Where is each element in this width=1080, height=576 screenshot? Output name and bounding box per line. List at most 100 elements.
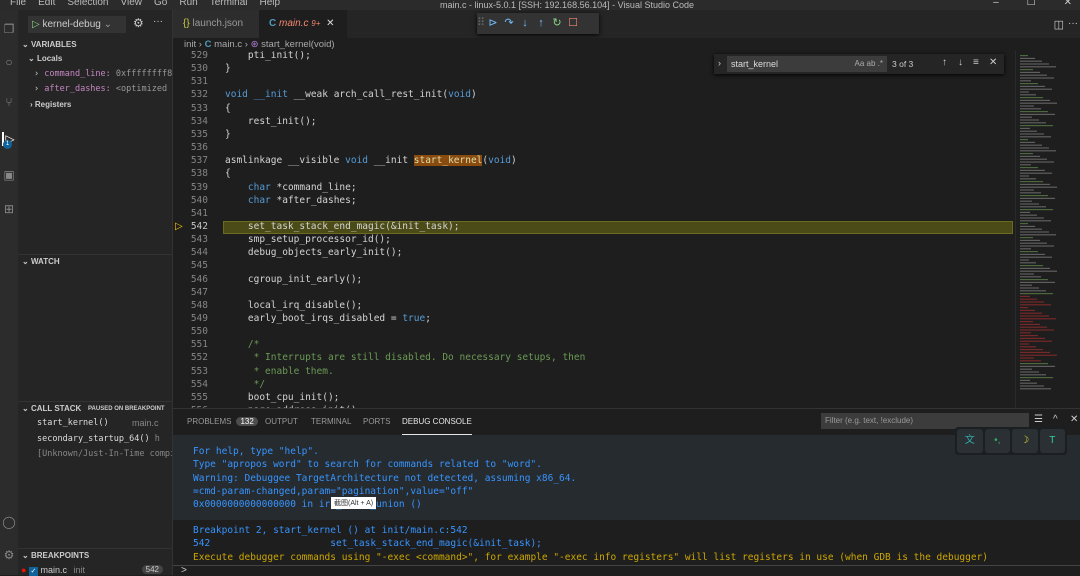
find-in-selection-icon[interactable]: ≡ <box>973 57 979 68</box>
minimap-line <box>1020 211 1030 213</box>
step-into-icon[interactable]: ↓ <box>517 13 533 34</box>
minimap-line <box>1020 290 1046 292</box>
toggle-replace-icon[interactable]: › <box>718 58 721 68</box>
stack-frame[interactable]: secondary_startup_64() h <box>37 434 172 444</box>
minimap-line <box>1020 144 1042 146</box>
menu-terminal[interactable]: Terminal <box>210 0 248 8</box>
split-editor-icon[interactable]: ◫ <box>1054 18 1064 31</box>
menu-help[interactable]: Help <box>260 0 281 8</box>
breadcrumb-folder[interactable]: init <box>184 39 196 50</box>
code-editor[interactable]: 529 pti_init(); 530} 531 532 void __init __w… <box>173 51 1015 408</box>
registers-scope[interactable]: › Registers <box>30 100 71 109</box>
floating-tool-button[interactable]: ☽ <box>1012 429 1038 453</box>
match-case-icon[interactable]: Aa <box>854 59 864 68</box>
code-line: boot_cpu_init(); <box>225 392 340 403</box>
minimap[interactable] <box>1015 51 1080 408</box>
menu-go[interactable]: Go <box>154 0 167 8</box>
code-token: ) <box>471 89 477 101</box>
tab-main-c[interactable]: C main.c 9+ ✕ <box>259 10 347 38</box>
find-match-count: 3 of 3 <box>892 59 914 69</box>
console-input[interactable]: > <box>173 565 1080 576</box>
breadcrumb-file[interactable]: main.c <box>214 39 242 50</box>
step-out-icon[interactable]: ↑ <box>533 13 549 34</box>
code-line: rest_init(); <box>225 116 317 127</box>
close-tab-icon[interactable]: ✕ <box>326 18 334 29</box>
breadcrumb-symbol[interactable]: start_kernel(void) <box>261 39 334 50</box>
word-wrap-icon[interactable]: ☰ <box>1034 414 1043 425</box>
minimap-line <box>1020 351 1050 353</box>
gear-icon[interactable]: ⚙ <box>133 16 144 30</box>
panel-tab-debug-console[interactable]: DEBUG CONSOLE <box>402 409 472 435</box>
menu-run[interactable]: Run <box>179 0 197 8</box>
line-number: 544 <box>190 247 208 259</box>
step-over-icon[interactable]: ↷ <box>501 13 517 34</box>
minimap-line <box>1020 284 1032 286</box>
minimap-line <box>1020 122 1046 124</box>
menu-edit[interactable]: Edit <box>38 0 55 8</box>
drag-handle-icon[interactable]: ⠿ <box>477 13 485 34</box>
search-icon[interactable]: ○ <box>2 55 16 69</box>
console-line: For help, type "help". <box>193 446 319 457</box>
debug-config-select[interactable]: ▷ kernel-debug ⌄ <box>28 16 126 33</box>
explorer-icon[interactable]: ❐ <box>2 22 16 36</box>
panel-tab-problems[interactable]: PROBLEMS 132 <box>187 409 258 435</box>
floating-tool-button[interactable]: •, <box>984 429 1010 453</box>
minimap-line <box>1020 94 1036 96</box>
watch-header[interactable]: ⌄ WATCH <box>18 254 173 268</box>
code-token: true <box>402 313 426 324</box>
whole-word-icon[interactable]: ab <box>867 59 876 68</box>
floating-tool-button[interactable]: 文 <box>957 429 983 453</box>
settings-gear-icon[interactable]: ⚙ <box>2 548 16 562</box>
panel-tab-ports[interactable]: PORTS <box>363 409 390 435</box>
breakpoints-header[interactable]: ⌄ BREAKPOINTS <box>18 548 173 562</box>
extensions-icon[interactable]: ⊞ <box>2 202 16 216</box>
more-actions-icon[interactable]: ··· <box>1068 18 1078 29</box>
line-number: 547 <box>190 286 208 298</box>
code-token: rest_init(); <box>225 115 317 127</box>
minimap-line <box>1020 111 1048 113</box>
minimap-line <box>1020 262 1036 264</box>
stack-frame[interactable]: [Unknown/Just-In-Time compi… <box>37 449 172 459</box>
menu-file[interactable]: File <box>10 0 26 8</box>
call-stack-header[interactable]: ⌄ CALL STACK PAUSED ON BREAKPOINT <box>18 401 173 415</box>
tab-launch-json[interactable]: {} launch.json <box>173 10 259 38</box>
panel-tab-output[interactable]: OUTPUT <box>265 409 298 435</box>
panel-tab-terminal[interactable]: TERMINAL <box>311 409 351 435</box>
start-debug-icon[interactable]: ▷ <box>32 19 40 30</box>
stack-frame[interactable]: start_kernel() main.c <box>37 418 172 428</box>
breakpoint-item[interactable]: ● ✓ main.c init 542 <box>21 565 171 576</box>
line-number: 545 <box>190 260 208 272</box>
code-token: early_boot_irqs_disabled = <box>225 313 403 324</box>
variables-header[interactable]: ⌄ VARIABLES <box>18 38 173 52</box>
code-token: *command_line; <box>270 181 357 193</box>
find-input[interactable]: start_kernel Aa ab .* <box>727 56 887 72</box>
stop-icon[interactable]: ☐ <box>565 13 581 34</box>
code-token: * Interrupts are still disabled. Do nece… <box>225 352 586 364</box>
close-window-button[interactable]: ✕ <box>1064 0 1072 8</box>
minimap-line <box>1020 377 1053 379</box>
close-panel-icon[interactable]: ✕ <box>1070 414 1078 425</box>
locals-scope[interactable]: ⌄ Locals <box>28 54 62 63</box>
code-line: pti_init(); <box>225 51 311 61</box>
minimap-line <box>1020 253 1045 255</box>
more-icon[interactable]: ··· <box>153 16 163 27</box>
remote-explorer-icon[interactable]: ▣ <box>2 168 16 182</box>
variable-command-line[interactable]: › command_line: 0xffffffff8… <box>34 69 172 79</box>
continue-icon[interactable]: ⊳ <box>485 13 501 34</box>
floating-tool-button[interactable]: T <box>1039 429 1065 453</box>
minimap-line <box>1020 217 1044 219</box>
close-find-icon[interactable]: ✕ <box>989 57 997 68</box>
restart-icon[interactable]: ↻ <box>549 13 565 34</box>
minimap-line <box>1020 281 1055 283</box>
previous-match-icon[interactable]: ↑ <box>942 57 947 68</box>
menu-selection[interactable]: Selection <box>67 0 108 8</box>
minimize-button[interactable]: – <box>993 0 999 8</box>
maximize-panel-icon[interactable]: ^ <box>1053 414 1058 425</box>
next-match-icon[interactable]: ↓ <box>958 57 963 68</box>
maximize-button[interactable]: ☐ <box>1027 0 1036 8</box>
menu-view[interactable]: View <box>121 0 143 8</box>
variable-after-dashes[interactable]: › after_dashes: <optimized … <box>34 84 172 94</box>
account-icon[interactable]: ◯ <box>2 515 16 529</box>
source-control-icon[interactable]: ⑂ <box>2 95 16 109</box>
regex-icon[interactable]: .* <box>878 59 883 68</box>
